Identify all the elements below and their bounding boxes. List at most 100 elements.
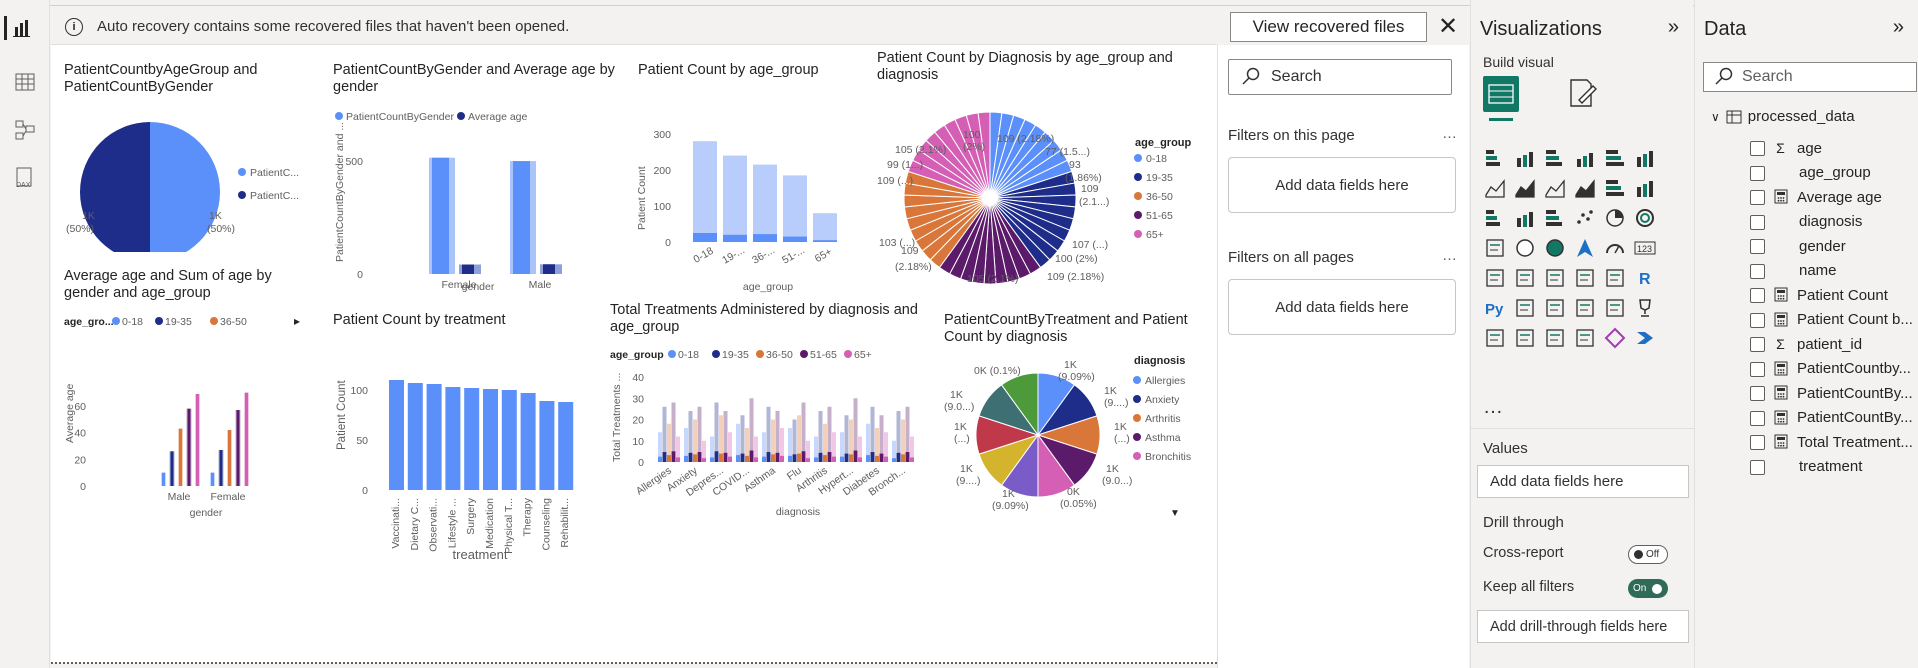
chevron-down-icon[interactable]: ∨: [1711, 110, 1720, 124]
field-checkbox[interactable]: [1750, 459, 1765, 475]
field-checkbox[interactable]: [1750, 386, 1765, 401]
r-visual-icon[interactable]: R: [1633, 266, 1657, 290]
collapse-pane-icon[interactable]: »: [1668, 16, 1679, 39]
bar[interactable]: [901, 454, 905, 462]
field-name[interactable]: PatientCountby...: [1797, 358, 1911, 380]
field-name[interactable]: patient_id: [1797, 333, 1862, 355]
clustered-bar-icon[interactable]: [1543, 146, 1567, 170]
line-column-icon[interactable]: [1483, 206, 1507, 230]
card-new-icon[interactable]: [1513, 326, 1537, 350]
visual-total-treatments[interactable]: Total Treatments Administered by diagnos…: [610, 302, 930, 528]
azure-map-icon[interactable]: [1573, 236, 1597, 260]
field-checkbox[interactable]: [1750, 337, 1765, 352]
scatter-icon[interactable]: [1573, 206, 1597, 230]
bar[interactable]: [896, 452, 901, 462]
filters-page-dropzone[interactable]: Add data fields here: [1228, 157, 1456, 213]
visual-patient-count-treatment[interactable]: Patient Count by treatment Patient Count…: [333, 312, 583, 564]
bar[interactable]: [702, 458, 706, 462]
field-checkbox[interactable]: [1750, 361, 1765, 377]
stacked-area-icon[interactable]: [1543, 176, 1567, 200]
field-name[interactable]: treatment: [1799, 456, 1862, 478]
bar[interactable]: [693, 233, 717, 242]
bar[interactable]: [426, 384, 442, 490]
bar[interactable]: [513, 161, 530, 274]
field-checkbox[interactable]: [1750, 435, 1765, 450]
bar[interactable]: [823, 455, 827, 462]
gauge-icon[interactable]: [1603, 236, 1627, 260]
bar[interactable]: [728, 456, 732, 462]
field-checkbox[interactable]: [1750, 141, 1765, 156]
matrix-icon[interactable]: [1603, 266, 1627, 290]
bar[interactable]: [671, 451, 676, 462]
field-name[interactable]: PatientCountBy...: [1797, 407, 1913, 429]
diamond-icon[interactable]: [1603, 326, 1627, 350]
bar[interactable]: [801, 451, 806, 462]
bar[interactable]: [693, 141, 717, 242]
stacked-bar-icon[interactable]: [1483, 146, 1507, 170]
field-checkbox[interactable]: [1750, 263, 1765, 279]
bar[interactable]: [676, 457, 680, 462]
bar[interactable]: [749, 450, 754, 462]
100-column-icon[interactable]: [1633, 146, 1657, 170]
bar[interactable]: [662, 452, 667, 462]
bar[interactable]: [905, 452, 910, 462]
field-name[interactable]: name: [1799, 260, 1837, 282]
field-checkbox[interactable]: [1750, 288, 1765, 303]
line-icon[interactable]: [1483, 176, 1507, 200]
bar[interactable]: [736, 455, 740, 462]
more-options-icon[interactable]: …: [1442, 247, 1457, 264]
filter-search-input[interactable]: Search: [1228, 59, 1452, 95]
visual-treatment-diagnosis-pie[interactable]: PatientCountByTreatment and Patient Coun…: [944, 312, 1206, 522]
bar[interactable]: [236, 410, 240, 486]
bar[interactable]: [462, 264, 474, 274]
bar[interactable]: [543, 264, 555, 274]
bar[interactable]: [879, 453, 884, 462]
bar[interactable]: [762, 456, 766, 462]
bar[interactable]: [219, 450, 223, 486]
bar[interactable]: [688, 452, 693, 462]
values-dropzone[interactable]: Add data fields here: [1477, 465, 1689, 498]
bar[interactable]: [558, 402, 574, 490]
bar[interactable]: [407, 383, 423, 490]
bar[interactable]: [849, 454, 853, 462]
bar[interactable]: [693, 454, 697, 462]
bar[interactable]: [710, 457, 714, 462]
donut-icon[interactable]: [1633, 206, 1657, 230]
bar[interactable]: [806, 458, 810, 462]
dax-query-view-icon[interactable]: DAX: [12, 166, 38, 190]
bar[interactable]: [432, 157, 449, 274]
bar[interactable]: [753, 164, 777, 242]
bar[interactable]: [814, 457, 818, 462]
bar[interactable]: [866, 455, 870, 462]
decomposition-tree-icon[interactable]: [1543, 296, 1567, 320]
funnel-icon[interactable]: [1543, 206, 1567, 230]
field-name[interactable]: Patient Count b...: [1797, 309, 1913, 331]
legend-next-icon[interactable]: ▸: [294, 314, 300, 328]
bar[interactable]: [844, 453, 849, 462]
line-stacked-icon[interactable]: [1513, 206, 1537, 230]
collapse-pane-icon[interactable]: »: [1893, 16, 1904, 39]
bar[interactable]: [539, 401, 555, 490]
field-name[interactable]: age_group: [1799, 162, 1871, 184]
bar[interactable]: [797, 453, 801, 462]
field-name[interactable]: PatientCountBy...: [1797, 382, 1913, 404]
drill-through-dropzone[interactable]: Add drill-through fields here: [1477, 610, 1689, 643]
map-icon[interactable]: [1513, 236, 1537, 260]
bar[interactable]: [875, 455, 879, 462]
keep-filters-toggle[interactable]: On: [1628, 579, 1668, 598]
data-search-input[interactable]: Search: [1703, 62, 1917, 92]
ribbon-icon[interactable]: [1573, 176, 1597, 200]
multi-row-card-icon[interactable]: [1483, 266, 1507, 290]
table-view-icon[interactable]: [12, 70, 38, 94]
arcgis-icon[interactable]: [1573, 326, 1597, 350]
visual-patient-count-age-group[interactable]: Patient Count by age_group Patient Count…: [638, 62, 878, 294]
bar[interactable]: [832, 456, 836, 462]
bar[interactable]: [714, 451, 719, 462]
qa-icon[interactable]: [1573, 296, 1597, 320]
field-checkbox[interactable]: [1750, 312, 1765, 328]
bar[interactable]: [723, 452, 728, 462]
bar[interactable]: [389, 380, 404, 490]
bar[interactable]: [780, 455, 784, 462]
bar[interactable]: [684, 455, 688, 462]
report-view-icon[interactable]: [4, 16, 38, 40]
